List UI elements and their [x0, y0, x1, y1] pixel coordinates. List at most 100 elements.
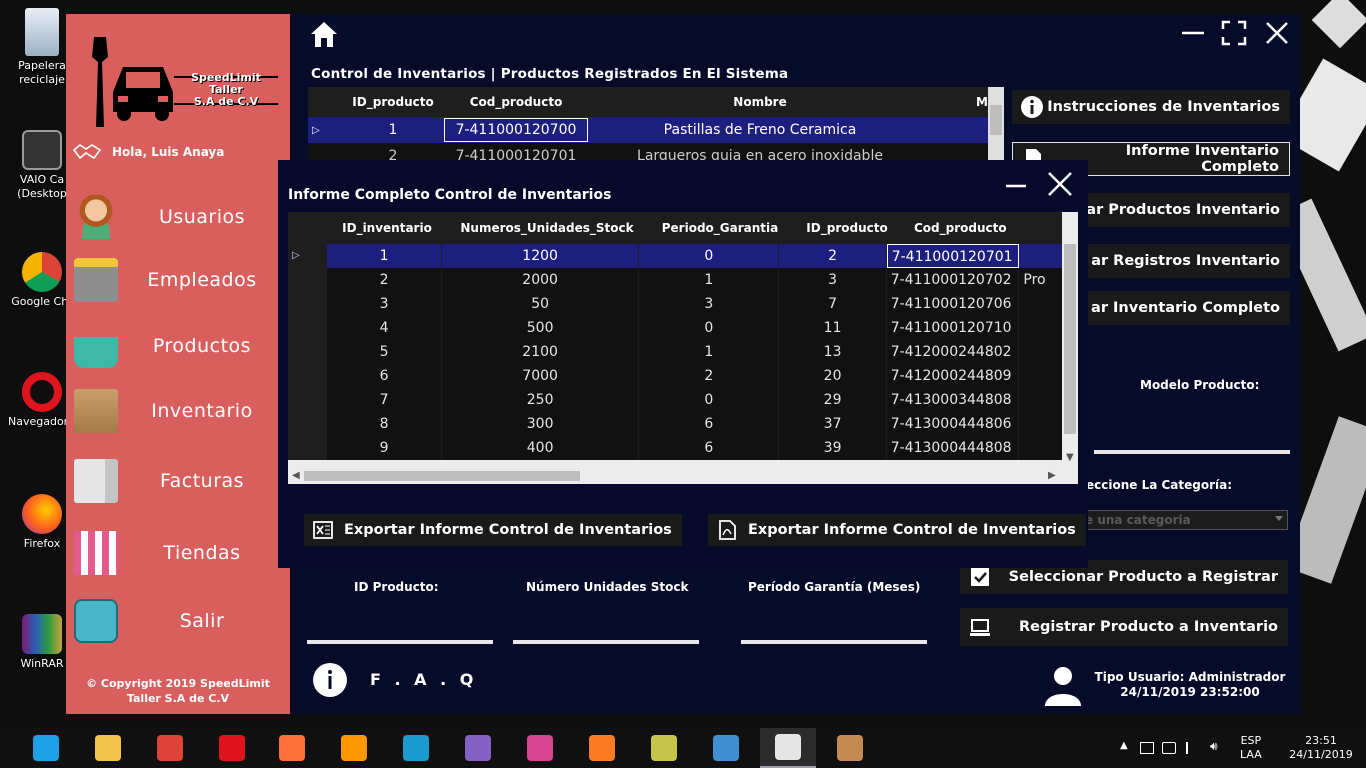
chevron-right-icon[interactable]: ▶ [1048, 470, 1056, 481]
table-cell[interactable]: 37 [779, 412, 887, 436]
table-cell[interactable]: 7 [327, 388, 443, 412]
table-cell[interactable]: 7-413000444806 [887, 412, 1020, 436]
network-icon[interactable] [1162, 742, 1176, 754]
language-indicator[interactable]: ESP LAA [1240, 734, 1262, 762]
column-header[interactable]: Periodo_Garantia [648, 221, 792, 235]
taskbar-item[interactable] [512, 728, 568, 768]
inventory-report-table[interactable]: ID_inventario Numeros_Unidades_Stock Per… [288, 212, 1078, 484]
table-cell[interactable]: 300 [442, 412, 640, 436]
table-cell[interactable]: 29 [779, 388, 887, 412]
table-cell[interactable]: 5 [327, 340, 443, 364]
column-header[interactable]: Numeros_Unidades_Stock [446, 221, 648, 235]
table-row[interactable]: ▷ 1 7-411000120700 Pastillas de Freno Ce… [308, 117, 1004, 143]
scrollbar-thumb[interactable] [1064, 244, 1076, 434]
table-cell[interactable]: 3 [779, 268, 887, 292]
table-row[interactable]: 7 250 0 29 7-413000344808 [288, 388, 1078, 412]
table-cell[interactable]: 2000 [442, 268, 640, 292]
table-cell[interactable]: 250 [442, 388, 640, 412]
table-cell[interactable]: 50 [442, 292, 640, 316]
table-cell[interactable]: 400 [442, 436, 640, 460]
table-cell[interactable]: 6 [639, 412, 780, 436]
table-cell[interactable]: 2 [327, 268, 443, 292]
table-row[interactable]: 8 300 6 37 7-413000444806 [288, 412, 1078, 436]
table-cell[interactable]: 7-411000120706 [887, 292, 1020, 316]
column-header[interactable]: Nombre [588, 95, 932, 109]
scrollbar-thumb[interactable] [990, 105, 1002, 135]
taskbar-item[interactable] [18, 728, 74, 768]
table-row[interactable]: 2 2000 1 3 7-411000120702 Pro [288, 268, 1078, 292]
table-cell[interactable]: 13 [779, 340, 887, 364]
periodo-garantia-input[interactable] [741, 640, 927, 644]
column-header[interactable]: ID_inventario [328, 221, 446, 235]
table-cell[interactable]: 7 [779, 292, 887, 316]
table-cell[interactable]: 7-413000344808 [887, 388, 1020, 412]
table-row[interactable]: 4 500 0 11 7-411000120710 [288, 316, 1078, 340]
taskbar-item[interactable] [698, 728, 754, 768]
table-cell[interactable]: 2 [779, 244, 887, 268]
unidades-stock-input[interactable] [513, 640, 699, 644]
taskbar-item[interactable] [388, 728, 444, 768]
table-row[interactable]: ▷ 1 1200 0 2 7-411000120701 [288, 244, 1078, 268]
table-cell[interactable]: 2100 [442, 340, 640, 364]
sidebar-item-empleados[interactable]: Empleados [70, 253, 286, 307]
table-cell[interactable]: 500 [442, 316, 640, 340]
table-row[interactable]: 9 400 6 39 7-413000444808 [288, 436, 1078, 460]
table-cell[interactable]: 1 [639, 340, 780, 364]
table-cell[interactable]: 2 [639, 364, 780, 388]
taskbar-item[interactable] [822, 728, 878, 768]
vertical-scrollbar[interactable]: ▼ [1062, 212, 1078, 468]
close-icon[interactable] [1046, 170, 1074, 198]
maximize-icon[interactable] [1221, 20, 1247, 46]
column-header[interactable]: M [932, 95, 988, 109]
export-pdf-button[interactable]: Exportar Informe Control de Inventarios [708, 514, 1086, 546]
table-cell[interactable]: 1 [639, 268, 780, 292]
table-cell[interactable]: 7-412000244802 [887, 340, 1020, 364]
table-cell[interactable]: 7000 [442, 364, 640, 388]
taskbar-item[interactable] [326, 728, 382, 768]
sidebar-item-usuarios[interactable]: Usuarios [70, 190, 286, 244]
table-cell[interactable]: 0 [639, 316, 780, 340]
table-cell[interactable]: Pastillas de Freno Ceramica [588, 122, 932, 138]
table-cell[interactable]: 7-411000120710 [887, 316, 1020, 340]
chevron-up-icon[interactable]: ▲ [1120, 740, 1134, 752]
table-cell[interactable]: 9 [327, 436, 443, 460]
chevron-left-icon[interactable]: ◀ [292, 470, 300, 481]
column-header[interactable]: ID_producto [342, 95, 444, 109]
column-header[interactable]: Cod_producto [444, 95, 588, 109]
scrollbar-thumb[interactable] [304, 471, 580, 481]
table-cell[interactable]: 7-412000244809 [887, 364, 1020, 388]
minimize-icon[interactable] [1004, 174, 1028, 198]
registrar-producto-button[interactable]: Registrar Producto a Inventario [960, 608, 1288, 646]
taskbar-item[interactable] [142, 728, 198, 768]
column-header[interactable]: Cod_producto [902, 221, 1038, 235]
taskbar-item[interactable] [760, 728, 816, 768]
table-row[interactable]: 3 50 3 7 7-411000120706 [288, 292, 1078, 316]
battery-icon[interactable] [1140, 742, 1154, 754]
modelo-input[interactable] [1086, 450, 1290, 454]
wifi-icon[interactable] [1186, 742, 1200, 754]
taskbar-item[interactable] [450, 728, 506, 768]
taskbar-item[interactable] [204, 728, 260, 768]
table-cell[interactable]: 6 [639, 436, 780, 460]
table-cell[interactable]: 6 [327, 364, 443, 388]
table-cell[interactable]: 39 [779, 436, 887, 460]
volume-icon[interactable]: 🔊︎ [1210, 739, 1224, 753]
clock[interactable]: 23:51 24/11/2019 [1286, 734, 1356, 762]
taskbar-item[interactable] [264, 728, 320, 768]
sidebar-item-productos[interactable]: Productos [70, 319, 286, 373]
export-excel-button[interactable]: Exportar Informe Control de Inventarios [304, 514, 682, 546]
faq-link[interactable]: F . A . Q [370, 670, 477, 689]
minimize-icon[interactable] [1180, 20, 1206, 46]
table-cell[interactable]: 11 [779, 316, 887, 340]
id-producto-input[interactable] [307, 640, 493, 644]
table-cell[interactable]: 20 [779, 364, 887, 388]
column-header[interactable]: ID_producto [792, 221, 902, 235]
sidebar-item-tiendas[interactable]: Tiendas [70, 526, 286, 580]
sidebar-item-inventario[interactable]: Inventario [70, 384, 286, 438]
table-cell[interactable]: 1 [342, 122, 444, 138]
table-cell[interactable]: 1 [327, 244, 443, 268]
table-cell[interactable]: 0 [639, 244, 780, 268]
table-cell[interactable]: 0 [639, 388, 780, 412]
table-row[interactable]: 5 2100 1 13 7-412000244802 [288, 340, 1078, 364]
table-cell[interactable]: 8 [327, 412, 443, 436]
